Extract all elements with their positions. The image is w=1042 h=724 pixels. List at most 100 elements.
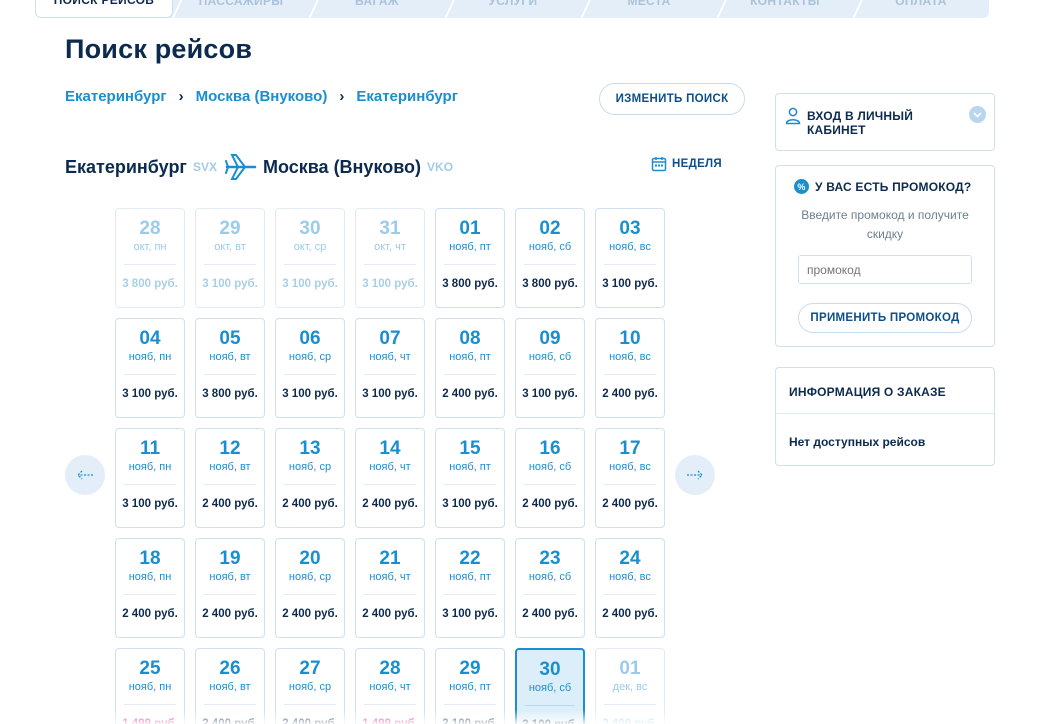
day-weekday: нояб, пт — [449, 571, 491, 583]
calendar-day-cell[interactable]: 05 нояб, вт 3 800 руб. — [195, 318, 265, 418]
breadcrumb-item[interactable]: Москва (Внуково) — [196, 88, 328, 105]
day-weekday: нояб, вт — [209, 571, 251, 583]
step-passengers[interactable]: ПАССАЖИРЫ — [173, 0, 309, 18]
breadcrumb-item[interactable]: Екатеринбург — [356, 88, 458, 105]
calendar-day-cell[interactable]: 10 нояб, вс 2 400 руб. — [595, 318, 665, 418]
calendar-day-cell[interactable]: 14 нояб, чт 2 400 руб. — [355, 428, 425, 528]
step-seats[interactable]: МЕСТА — [581, 0, 717, 18]
order-empty-text: Нет доступных рейсов — [789, 435, 926, 449]
calendar-day-cell[interactable]: 22 нояб, пт 3 100 руб. — [435, 538, 505, 638]
calendar-day-cell[interactable]: 24 нояб, вс 2 400 руб. — [595, 538, 665, 638]
day-weekday: окт, вт — [214, 241, 246, 253]
login-panel[interactable]: ВХОД В ЛИЧНЫЙ КАБИНЕТ — [775, 93, 995, 151]
calendar-day-cell[interactable]: 06 нояб, ср 3 100 руб. — [275, 318, 345, 418]
day-number: 15 — [459, 438, 481, 459]
calendar-day-cell[interactable]: 03 нояб, вс 3 100 руб. — [595, 208, 665, 308]
chevron-down-icon[interactable] — [969, 106, 986, 123]
day-number: 09 — [539, 328, 561, 349]
divider — [525, 705, 575, 706]
day-weekday: нояб, чт — [369, 351, 411, 363]
step-services[interactable]: УСЛУГИ — [445, 0, 581, 18]
day-price: 3 100 руб. — [602, 278, 658, 290]
divider — [204, 264, 256, 265]
day-price: 3 800 руб. — [202, 388, 258, 400]
day-weekday: дек, вс — [612, 681, 648, 693]
order-title: ИНФОРМАЦИЯ О ЗАКАЗЕ — [789, 385, 946, 399]
calendar-day-cell[interactable]: 04 нояб, пн 3 100 руб. — [115, 318, 185, 418]
day-weekday: нояб, пн — [128, 461, 172, 473]
breadcrumb-item[interactable]: Екатеринбург — [65, 88, 167, 105]
calendar-day-cell[interactable]: 02 нояб, сб 3 800 руб. — [515, 208, 585, 308]
day-number: 03 — [619, 218, 641, 239]
change-search-button[interactable]: ИЗМЕНИТЬ ПОИСК — [599, 83, 745, 115]
calendar-day-cell[interactable]: 21 нояб, чт 2 400 руб. — [355, 538, 425, 638]
calendar-day-cell[interactable]: 13 нояб, ср 2 400 руб. — [275, 428, 345, 528]
day-number: 19 — [219, 548, 241, 569]
calendar-day-cell[interactable]: 07 нояб, чт 3 100 руб. — [355, 318, 425, 418]
calendar-day-cell[interactable]: 23 нояб, сб 2 400 руб. — [515, 538, 585, 638]
day-weekday: нояб, пт — [449, 681, 491, 693]
calendar-day-cell[interactable]: 19 нояб, вт 2 400 руб. — [195, 538, 265, 638]
step-payment[interactable]: ОПЛАТА — [853, 0, 989, 18]
calendar-day-cell[interactable]: 17 нояб, вс 2 400 руб. — [595, 428, 665, 528]
day-price: 3 100 руб. — [202, 278, 258, 290]
step-contacts[interactable]: КОНТАКТЫ — [717, 0, 853, 18]
day-weekday: нояб, вт — [209, 681, 251, 693]
day-weekday: нояб, чт — [369, 571, 411, 583]
day-weekday: окт, пн — [133, 241, 167, 253]
calendar-day-cell[interactable]: 09 нояб, сб 3 100 руб. — [515, 318, 585, 418]
day-number: 06 — [299, 328, 321, 349]
day-price: 2 400 руб. — [602, 608, 658, 620]
divider — [284, 594, 336, 595]
day-price: 2 400 руб. — [362, 498, 418, 510]
calendar-icon — [651, 157, 667, 172]
chevron-right-icon: › — [339, 88, 345, 105]
step-search[interactable]: ПОИСК РЕЙСОВ — [35, 0, 173, 18]
day-weekday: нояб, сб — [528, 682, 572, 694]
week-view-toggle[interactable]: НЕДЕЛЯ — [651, 156, 722, 172]
day-number: 04 — [139, 328, 161, 349]
calendar-day-cell: 30 окт, ср 3 100 руб. — [275, 208, 345, 308]
day-weekday: нояб, ср — [288, 681, 332, 693]
calendar-day-cell[interactable]: 18 нояб, пн 2 400 руб. — [115, 538, 185, 638]
day-weekday: нояб, вс — [609, 351, 651, 363]
day-price: 3 800 руб. — [122, 278, 178, 290]
day-number: 16 — [539, 438, 561, 459]
calendar-day-cell[interactable]: 20 нояб, ср 2 400 руб. — [275, 538, 345, 638]
apply-promo-button[interactable]: ПРИМЕНИТЬ ПРОМОКОД — [798, 303, 972, 333]
day-weekday: окт, чт — [374, 241, 406, 253]
day-weekday: нояб, сб — [528, 241, 572, 253]
step-baggage[interactable]: БАГАЖ — [309, 0, 445, 18]
divider — [124, 594, 176, 595]
promo-title: У ВАС ЕСТЬ ПРОМОКОД? — [815, 179, 972, 194]
calendar-day-cell[interactable]: 01 нояб, пт 3 800 руб. — [435, 208, 505, 308]
route-to-code: VKO — [427, 160, 454, 174]
day-weekday: нояб, пт — [449, 351, 491, 363]
divider — [604, 264, 656, 265]
calendar-day-cell[interactable]: 08 нояб, пт 2 400 руб. — [435, 318, 505, 418]
divider — [444, 374, 496, 375]
divider — [204, 594, 256, 595]
divider — [364, 374, 416, 375]
day-number: 12 — [219, 438, 241, 459]
day-number: 05 — [219, 328, 241, 349]
day-number: 28 — [379, 658, 401, 679]
day-number: 01 — [459, 218, 481, 239]
day-price: 3 100 руб. — [362, 388, 418, 400]
prev-arrow-icon[interactable] — [65, 455, 105, 495]
promo-input[interactable] — [798, 255, 972, 284]
day-price: 3 800 руб. — [522, 278, 578, 290]
day-number: 14 — [379, 438, 401, 459]
day-price: 2 400 руб. — [282, 498, 338, 510]
next-arrow-icon[interactable] — [675, 455, 715, 495]
divider — [284, 704, 336, 705]
calendar-day-cell[interactable]: 12 нояб, вт 2 400 руб. — [195, 428, 265, 528]
day-weekday: нояб, пт — [449, 461, 491, 473]
day-number: 29 — [219, 218, 241, 239]
day-number: 22 — [459, 548, 481, 569]
calendar-day-cell[interactable]: 11 нояб, пн 3 100 руб. — [115, 428, 185, 528]
route-header: Екатеринбург SVX Москва (Внуково) VKO — [65, 153, 453, 181]
calendar-day-cell[interactable]: 15 нояб, пт 3 100 руб. — [435, 428, 505, 528]
calendar-day-cell: 28 окт, пн 3 800 руб. — [115, 208, 185, 308]
calendar-day-cell[interactable]: 16 нояб, сб 2 400 руб. — [515, 428, 585, 528]
